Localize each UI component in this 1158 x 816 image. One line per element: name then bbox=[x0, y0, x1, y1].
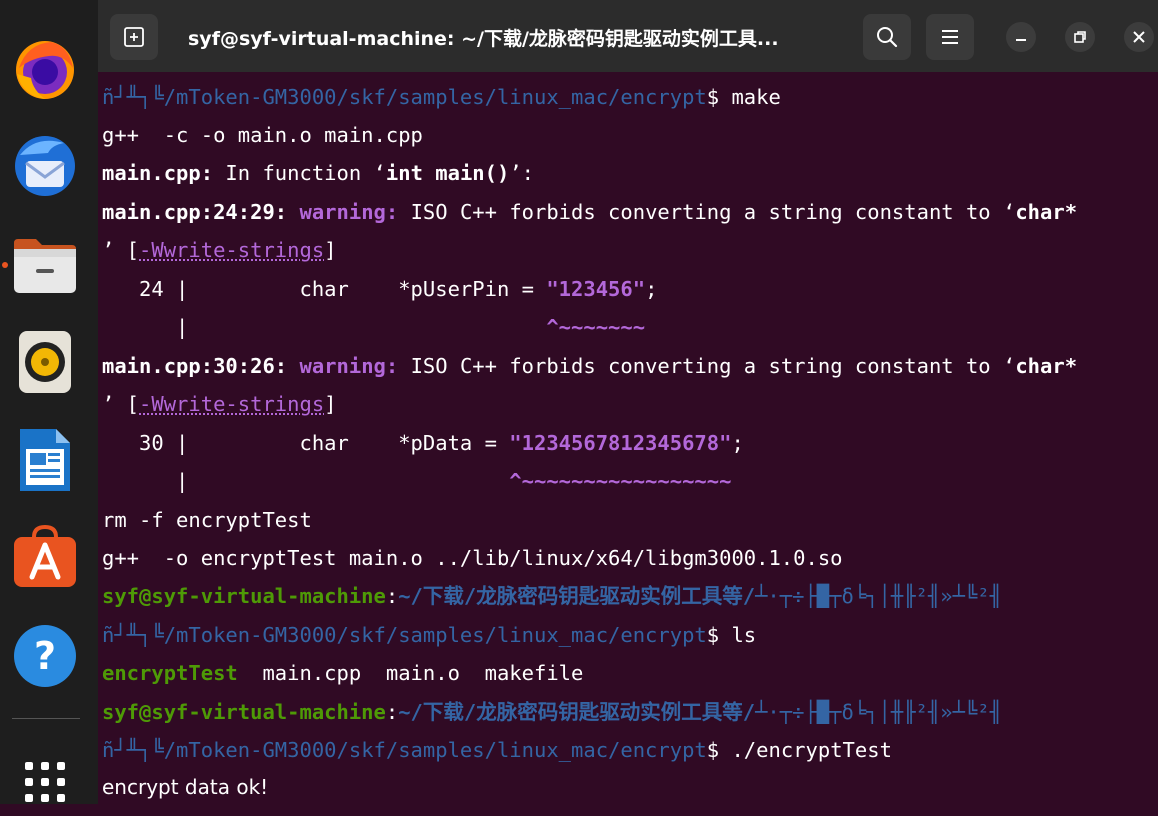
firefox-icon bbox=[16, 41, 74, 99]
software-center-icon bbox=[14, 524, 76, 587]
dock-separator bbox=[12, 718, 80, 719]
terminal-line: main.cpp: In function ‘int main()’: bbox=[102, 161, 534, 185]
terminal-line: ’ [-Wwrite-strings] bbox=[102, 392, 337, 416]
search-icon bbox=[877, 27, 898, 48]
terminal-line: encryptTest main.cpp main.o makefile bbox=[102, 661, 584, 685]
hamburger-menu-icon bbox=[942, 30, 958, 44]
restore-icon bbox=[1074, 31, 1086, 43]
dock-item-libreoffice-writer[interactable] bbox=[11, 426, 79, 494]
thunderbird-icon bbox=[15, 136, 75, 196]
terminal-line: 24 | char *pUserPin = "123456"; bbox=[102, 277, 658, 301]
search-button[interactable] bbox=[863, 14, 911, 60]
dock-item-thunderbird[interactable] bbox=[11, 132, 79, 200]
dock-item-rhythmbox[interactable] bbox=[11, 328, 79, 396]
terminal-line: main.cpp:24:29: warning: ISO C++ forbids… bbox=[102, 200, 1078, 224]
minimize-icon bbox=[1016, 39, 1026, 41]
terminal-line: | ^~~~~~~~~~~~~~~~~~ bbox=[102, 469, 732, 493]
maximize-button[interactable] bbox=[1065, 22, 1095, 52]
terminal-line: g++ -c -o main.o main.cpp bbox=[102, 123, 423, 147]
dock-item-software[interactable] bbox=[11, 522, 79, 590]
running-indicator bbox=[2, 262, 8, 268]
terminal-headerbar: syf@syf-virtual-machine: ~/下载/龙脉密码钥匙驱动实例… bbox=[98, 0, 1158, 72]
terminal-prompt: syf@syf-virtual-machine:~/下载/龙脉密码钥匙驱动实例工… bbox=[102, 584, 1002, 608]
terminal-line: g++ -o encryptTest main.o ../lib/linux/x… bbox=[102, 546, 843, 570]
dock-item-help[interactable]: ? bbox=[11, 622, 79, 690]
menu-button[interactable] bbox=[926, 14, 974, 60]
terminal-line: main.cpp:30:26: warning: ISO C++ forbids… bbox=[102, 354, 1078, 378]
app-grid-icon bbox=[25, 762, 65, 802]
new-tab-button[interactable] bbox=[110, 14, 158, 60]
minimize-button[interactable] bbox=[1006, 22, 1036, 52]
show-apps-button[interactable] bbox=[11, 748, 79, 816]
terminal-line: 30 | char *pData = "1234567812345678"; bbox=[102, 431, 744, 455]
window-title: syf@syf-virtual-machine: ~/下载/龙脉密码钥匙驱动实例… bbox=[188, 28, 779, 50]
terminal-line: encrypt data ok! bbox=[102, 775, 269, 799]
svg-text:?: ? bbox=[34, 634, 56, 678]
close-icon bbox=[1133, 31, 1145, 43]
dock-item-firefox[interactable] bbox=[11, 36, 79, 104]
terminal-line: ñ┘╨┐╚/mToken-GM3000/skf/samples/linux_ma… bbox=[102, 623, 757, 647]
writer-icon bbox=[20, 429, 70, 491]
terminal-prompt: syf@syf-virtual-machine:~/下载/龙脉密码钥匙驱动实例工… bbox=[102, 700, 1002, 724]
rhythmbox-icon bbox=[19, 331, 71, 393]
new-tab-icon bbox=[124, 27, 144, 47]
dock: ? bbox=[0, 0, 98, 804]
terminal-line: rm -f encryptTest bbox=[102, 508, 312, 532]
terminal-line: ’ [-Wwrite-strings] bbox=[102, 238, 337, 262]
terminal-line: ñ┘╨┐╚/mToken-GM3000/skf/samples/linux_ma… bbox=[102, 738, 892, 762]
terminal-line: ñ┘╨┐╚/mToken-GM3000/skf/samples/linux_ma… bbox=[102, 85, 781, 109]
terminal-line: | ^~~~~~~~ bbox=[102, 315, 646, 339]
dock-item-files[interactable] bbox=[11, 230, 79, 298]
help-icon: ? bbox=[14, 625, 76, 687]
close-button[interactable] bbox=[1124, 22, 1154, 52]
files-icon bbox=[14, 239, 76, 293]
terminal-output[interactable]: ñ┘╨┐╚/mToken-GM3000/skf/samples/linux_ma… bbox=[100, 76, 1158, 804]
